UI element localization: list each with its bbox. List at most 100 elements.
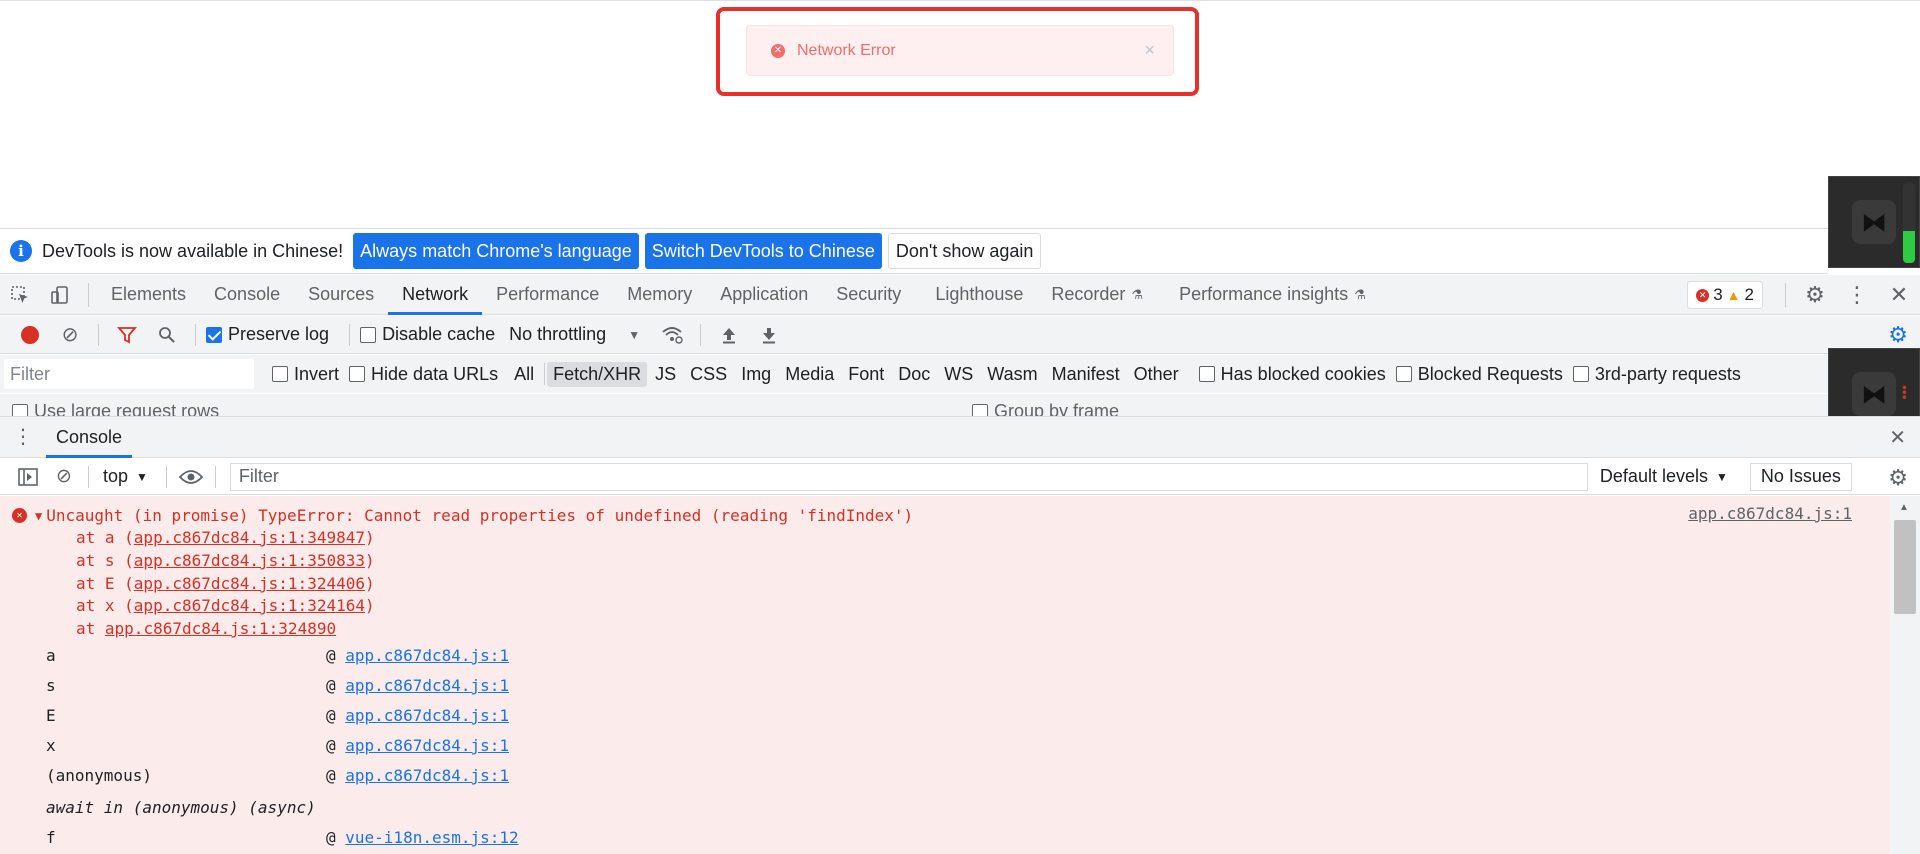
- preserve-log-checkbox[interactable]: Preserve log: [206, 324, 329, 345]
- export-har-icon[interactable]: [751, 317, 787, 353]
- blocked-requests-checkbox[interactable]: Blocked Requests: [1395, 363, 1563, 385]
- tab-memory[interactable]: Memory: [613, 275, 706, 315]
- clear-icon[interactable]: ⊘: [52, 317, 88, 353]
- tab-performance-insights[interactable]: Performance insights ⚗: [1165, 275, 1380, 315]
- trace-link[interactable]: app.c867dc84.js:1: [345, 676, 509, 695]
- expand-triangle-icon[interactable]: ▼: [35, 509, 42, 523]
- trace-row: x @ app.c867dc84.js:1: [46, 736, 510, 755]
- stack-link[interactable]: app.c867dc84.js:1:349847: [134, 528, 365, 547]
- issues-button[interactable]: No Issues: [1749, 462, 1852, 491]
- tab-lighthouse[interactable]: Lighthouse: [921, 275, 1037, 315]
- invert-checkbox[interactable]: Invert: [272, 364, 339, 385]
- throttling-select[interactable]: No throttling ▼: [509, 324, 640, 345]
- device-toolbar-icon[interactable]: [40, 275, 80, 315]
- stack-link[interactable]: app.c867dc84.js:1:324406: [134, 574, 365, 593]
- trace-link[interactable]: app.c867dc84.js:1: [345, 736, 509, 755]
- drawer-menu-icon[interactable]: ⋮: [0, 427, 46, 447]
- import-har-icon[interactable]: [711, 317, 747, 353]
- level-meter: [1903, 183, 1915, 263]
- type-filter-img[interactable]: Img: [735, 362, 777, 387]
- floating-media-widget[interactable]: ⧓: [1828, 176, 1920, 268]
- record-icon: [21, 325, 39, 344]
- issues-counter[interactable]: ✕ 3 ▲ 2: [1687, 281, 1763, 309]
- toolbar-separator: [165, 465, 167, 488]
- hide-data-urls-checkbox[interactable]: Hide data URLs: [349, 364, 498, 385]
- play-icon[interactable]: ⧓: [1852, 200, 1896, 244]
- error-icon: ✕: [12, 508, 27, 523]
- close-icon[interactable]: ×: [1144, 40, 1155, 61]
- stack-link[interactable]: app.c867dc84.js:1:350833: [134, 551, 365, 570]
- trace-link[interactable]: app.c867dc84.js:1: [345, 766, 509, 785]
- warning-count: 2: [1744, 285, 1754, 304]
- scroll-up-arrow-icon[interactable]: ▲: [1899, 502, 1909, 513]
- dont-show-again-button[interactable]: Don't show again: [887, 233, 1042, 269]
- type-filter-manifest[interactable]: Manifest: [1046, 362, 1126, 387]
- network-conditions-icon[interactable]: [654, 317, 690, 353]
- more-options-icon[interactable]: ⋮: [1836, 275, 1878, 315]
- trace-link[interactable]: app.c867dc84.js:1: [345, 646, 509, 665]
- error-source-link[interactable]: app.c867dc84.js:1: [1688, 504, 1852, 523]
- trace-link[interactable]: app.c867dc84.js:1: [345, 706, 509, 725]
- experimental-flask-icon: ⚗: [1131, 286, 1144, 302]
- live-expression-eye-icon[interactable]: [173, 459, 209, 495]
- tab-elements[interactable]: Elements: [97, 275, 200, 315]
- match-language-button[interactable]: Always match Chrome's language: [353, 233, 639, 269]
- type-filter-doc[interactable]: Doc: [892, 362, 936, 387]
- tab-sources[interactable]: Sources: [294, 275, 388, 315]
- tab-recorder[interactable]: Recorder ⚗: [1037, 275, 1157, 315]
- console-settings-gear-icon[interactable]: ⚙: [1888, 465, 1908, 491]
- play-icon[interactable]: ⧓: [1852, 372, 1896, 416]
- type-filter-media[interactable]: Media: [779, 362, 840, 387]
- blocked-requests-label: Blocked Requests: [1417, 363, 1563, 384]
- type-filter-css[interactable]: CSS: [684, 362, 733, 387]
- has-blocked-cookies-checkbox[interactable]: Has blocked cookies: [1198, 364, 1386, 385]
- type-filter-ws[interactable]: WS: [938, 362, 979, 387]
- log-levels-select[interactable]: Default levels ▼: [1600, 466, 1728, 487]
- search-icon[interactable]: [149, 317, 185, 353]
- stack-link[interactable]: app.c867dc84.js:1:324890: [105, 619, 336, 638]
- checkbox-icon: [972, 403, 988, 416]
- drawer-tab-console[interactable]: Console: [46, 416, 133, 458]
- toast-message: Network Error: [797, 41, 896, 59]
- more-dots-icon[interactable]: •••: [1897, 385, 1913, 400]
- console-scrollbar[interactable]: ▲: [1890, 496, 1920, 854]
- type-filter-other[interactable]: Other: [1128, 362, 1185, 387]
- disable-cache-checkbox[interactable]: Disable cache: [360, 324, 495, 345]
- execution-context-select[interactable]: top ▼: [103, 466, 148, 487]
- close-drawer-icon[interactable]: ✕: [1889, 425, 1906, 450]
- checkbox-icon: [1572, 366, 1589, 382]
- checkbox-checked-icon: [206, 326, 222, 343]
- type-filter-font[interactable]: Font: [842, 362, 890, 387]
- large-request-rows-checkbox[interactable]: Use large request rows: [12, 401, 219, 416]
- tab-performance[interactable]: Performance: [482, 275, 613, 315]
- scrollbar-thumb[interactable]: [1894, 520, 1916, 614]
- show-sidebar-icon[interactable]: [10, 459, 46, 495]
- group-by-frame-checkbox[interactable]: Group by frame: [972, 401, 1119, 416]
- clear-console-icon[interactable]: ⊘: [46, 459, 82, 495]
- trace-link[interactable]: vue-i18n.esm.js:12: [345, 828, 518, 847]
- settings-gear-icon[interactable]: ⚙: [1794, 275, 1836, 315]
- warning-icon: ▲: [1726, 287, 1741, 303]
- type-filter-wasm[interactable]: Wasm: [981, 362, 1043, 387]
- record-button[interactable]: [12, 317, 48, 353]
- third-party-requests-checkbox[interactable]: 3rd-party requests: [1572, 364, 1741, 385]
- checkbox-icon: [360, 326, 377, 343]
- stack-link[interactable]: app.c867dc84.js:1:324164: [134, 596, 365, 615]
- switch-to-chinese-button[interactable]: Switch DevTools to Chinese: [644, 233, 882, 269]
- type-filter-js[interactable]: JS: [649, 362, 682, 387]
- inspect-element-icon[interactable]: [0, 275, 40, 315]
- type-filter-all[interactable]: All: [508, 362, 540, 387]
- error-count-icon: ✕: [1696, 288, 1710, 302]
- tab-console[interactable]: Console: [200, 275, 294, 315]
- console-messages: ✕ ▼ Uncaught (in promise) TypeError: Can…: [0, 496, 1890, 854]
- tab-network[interactable]: Network: [388, 275, 483, 315]
- tab-security[interactable]: Security: [822, 275, 915, 315]
- network-settings-gear-icon[interactable]: ⚙: [1888, 322, 1908, 348]
- network-filter-input[interactable]: [4, 359, 254, 389]
- type-filter-fetch-xhr[interactable]: Fetch/XHR: [547, 361, 648, 387]
- console-filter-input[interactable]: [229, 462, 1588, 491]
- filter-funnel-icon[interactable]: [109, 317, 145, 353]
- error-message[interactable]: ✕ ▼ Uncaught (in promise) TypeError: Can…: [12, 506, 913, 525]
- tab-application[interactable]: Application: [706, 275, 822, 315]
- close-devtools-icon[interactable]: ✕: [1878, 275, 1920, 315]
